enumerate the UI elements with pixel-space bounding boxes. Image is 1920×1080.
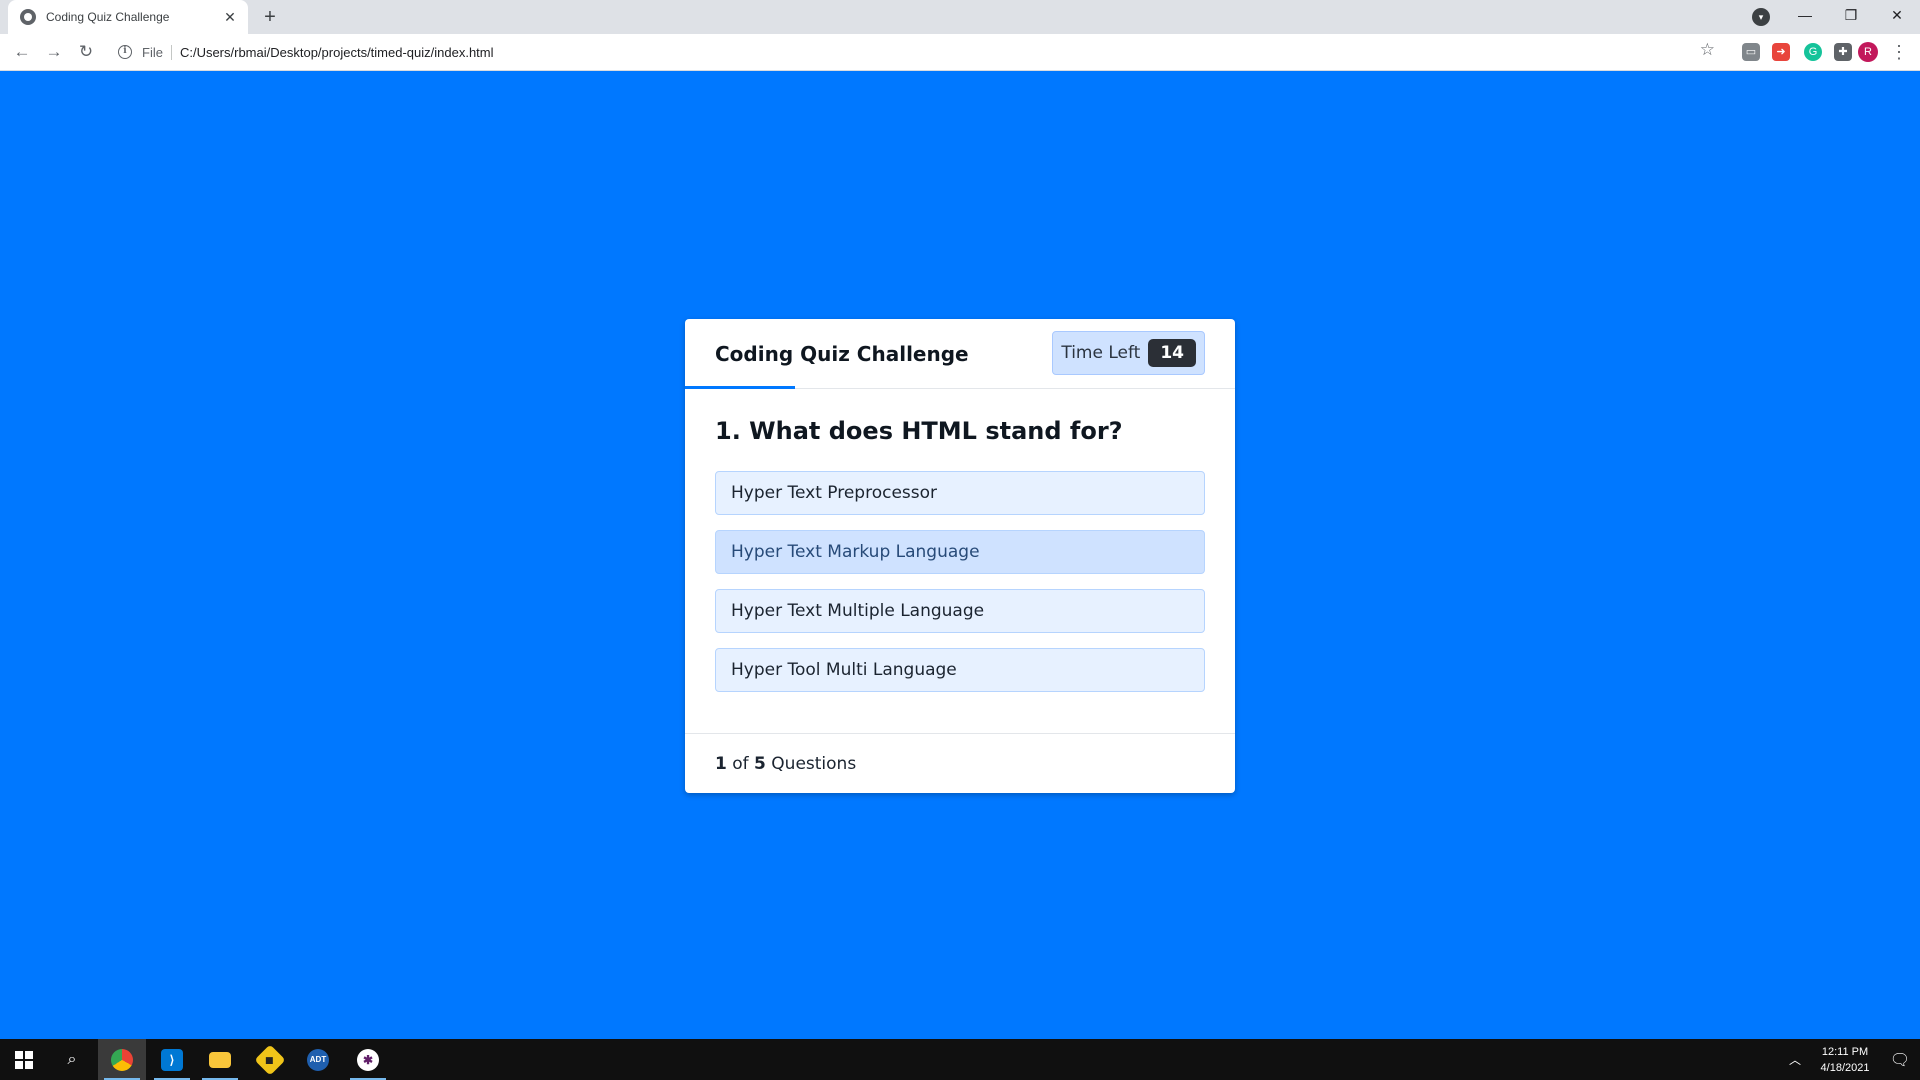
answer-list: Hyper Text Preprocessor Hyper Text Marku… [715,471,1205,707]
cast-icon[interactable]: ▭ [1742,43,1760,61]
address-bar[interactable]: i File C:/Users/rbmai/Desktop/projects/t… [110,38,1700,66]
answer-option[interactable]: Hyper Tool Multi Language [715,648,1205,692]
search-icon[interactable]: ⌕ [48,1039,96,1080]
notification-icon[interactable]: 🗨 [1880,1050,1920,1070]
forward-icon[interactable]: → [42,40,66,64]
star-icon[interactable]: ☆ [1700,40,1715,60]
answer-option[interactable]: Hyper Text Preprocessor [715,471,1205,515]
new-tab-button[interactable]: + [258,5,282,29]
windows-start-icon[interactable] [0,1039,48,1080]
timer-label: Time Left [1061,343,1141,363]
total-questions: 5 [754,753,766,774]
info-icon[interactable]: i [118,45,132,59]
progress-bar [685,386,795,389]
browser-toolbar: ← → ↻ i File C:/Users/rbmai/Desktop/proj… [0,34,1920,71]
taskbar: ⌕ ⟩ ◆ ADT ✱ ︿ 12:11 PM 4/18/2021 🗨 [0,1039,1920,1080]
page-viewport: Coding Quiz Challenge Time Left 14 1. Wh… [0,71,1920,1039]
clock-time: 12:11 PM [1821,1045,1869,1058]
grammarly-icon[interactable]: G [1804,43,1822,61]
url-text[interactable]: C:/Users/rbmai/Desktop/projects/timed-qu… [180,45,494,60]
quiz-header: Coding Quiz Challenge Time Left 14 [685,319,1235,389]
reload-icon[interactable]: ↻ [74,40,98,64]
quiz-title: Coding Quiz Challenge [715,342,969,366]
system-tray: ︿ 12:11 PM 4/18/2021 🗨 [1780,1039,1920,1080]
more-icon[interactable]: ⋮ [1890,40,1908,64]
vscode-icon[interactable]: ⟩ [148,1039,196,1080]
tab-search-icon[interactable]: ▾ [1752,8,1770,26]
quiz-card: Coding Quiz Challenge Time Left 14 1. Wh… [685,319,1235,793]
window-controls: — ❐ ✕ [1782,0,1920,30]
timer: Time Left 14 [1052,331,1205,375]
restore-icon[interactable]: ❐ [1828,0,1874,30]
tab-strip: Coding Quiz Challenge ✕ + ▾ — ❐ ✕ [0,0,1920,34]
minimize-icon[interactable]: — [1782,0,1828,30]
tab-title: Coding Quiz Challenge [46,10,170,24]
url-scheme: File [142,44,172,60]
slack-icon[interactable]: ✱ [344,1039,392,1080]
puzzle-icon[interactable]: ✚ [1834,43,1852,61]
clock-date: 4/18/2021 [1820,1061,1870,1074]
close-window-icon[interactable]: ✕ [1874,0,1920,30]
counter-of: of [726,753,755,774]
close-icon[interactable]: ✕ [222,9,238,25]
answer-option[interactable]: Hyper Text Markup Language [715,530,1205,574]
question-counter: 1 of 5 Questions [685,733,1235,793]
question-text: 1. What does HTML stand for? [715,417,1123,445]
file-explorer-icon[interactable] [196,1039,244,1080]
chevron-up-icon[interactable]: ︿ [1780,1051,1810,1068]
avatar[interactable]: R [1858,42,1878,62]
adt-icon[interactable]: ADT [294,1039,342,1080]
extension-icon[interactable]: ➜ [1772,43,1790,61]
current-question: 1 [715,753,727,774]
counter-suffix: Questions [765,753,857,774]
back-icon[interactable]: ← [10,40,34,64]
clock[interactable]: 12:11 PM 4/18/2021 [1810,1044,1880,1076]
git-icon[interactable]: ◆ [246,1039,294,1080]
chrome-icon[interactable] [98,1039,146,1080]
globe-icon [20,9,36,25]
browser-tab[interactable]: Coding Quiz Challenge ✕ [8,0,248,34]
answer-option[interactable]: Hyper Text Multiple Language [715,589,1205,633]
timer-count: 14 [1148,339,1196,367]
